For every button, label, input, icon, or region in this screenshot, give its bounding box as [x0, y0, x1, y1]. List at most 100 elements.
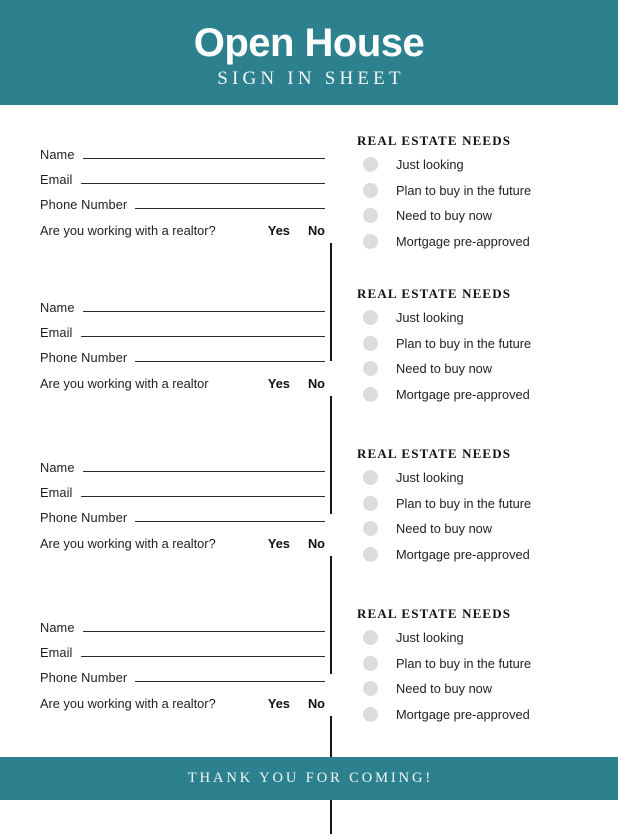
need-option-label: Need to buy now [396, 361, 493, 377]
radio-circle-icon[interactable] [363, 208, 378, 224]
radio-circle-icon[interactable] [363, 546, 378, 562]
radio-circle-icon[interactable] [363, 630, 378, 646]
email-input-line[interactable] [80, 645, 325, 657]
yes-no-choice-group: Yes No [268, 223, 330, 238]
phone-input-line[interactable] [135, 197, 325, 209]
need-option-row[interactable]: Need to buy now [357, 203, 618, 229]
realtor-question-label: Are you working with a realtor [40, 376, 209, 391]
radio-circle-icon[interactable] [363, 470, 378, 486]
email-input-line[interactable] [80, 485, 325, 497]
page-header: Open House SIGN IN SHEET [0, 0, 618, 105]
radio-circle-icon[interactable] [363, 495, 378, 511]
phone-input-line[interactable] [135, 510, 325, 522]
need-option-row[interactable]: Just looking [357, 305, 618, 331]
need-option-row[interactable]: Mortgage pre-approved [357, 542, 618, 568]
contact-form-column: Name Email Phone Number Are you working wit… [0, 125, 330, 253]
need-option-row[interactable]: Mortgage pre-approved [357, 702, 618, 728]
realtor-question-label: Are you working with a realtor? [40, 223, 216, 238]
realtor-question-label: Are you working with a realtor? [40, 536, 216, 551]
name-input-line[interactable] [82, 620, 325, 632]
need-option-row[interactable]: Need to buy now [357, 676, 618, 702]
page-footer: THANK YOU FOR COMING! [0, 757, 618, 800]
email-input-line[interactable] [80, 172, 325, 184]
need-option-row[interactable]: Just looking [357, 465, 618, 491]
need-option-label: Plan to buy in the future [396, 182, 532, 198]
radio-circle-icon[interactable] [363, 521, 378, 537]
need-option-row[interactable]: Need to buy now [357, 356, 618, 382]
email-field-row: Email [40, 172, 330, 197]
realtor-question-row: Are you working with a realtor? Yes No [40, 696, 330, 721]
email-field-label: Email [40, 485, 73, 500]
signin-sheet-body: Name Email Phone Number Are you working wit… [0, 105, 618, 834]
phone-field-label: Phone Number [40, 350, 128, 365]
realtor-question-row: Are you working with a realtor? Yes No [40, 223, 330, 248]
realtor-yes-option[interactable]: Yes [268, 223, 290, 238]
email-field-row: Email [40, 645, 330, 670]
need-option-row[interactable]: Plan to buy in the future [357, 178, 618, 204]
realtor-yes-option[interactable]: Yes [268, 696, 290, 711]
realtor-question-row: Are you working with a realtor Yes No [40, 376, 330, 401]
need-option-row[interactable]: Mortgage pre-approved [357, 382, 618, 408]
footer-text: THANK YOU FOR COMING! [187, 770, 434, 786]
real-estate-needs-title: REAL ESTATE NEEDS [357, 133, 512, 148]
real-estate-needs-column: REAL ESTATE NEEDS Just looking Plan to buy… [332, 438, 618, 566]
email-field-row: Email [40, 485, 330, 510]
phone-field-row: Phone Number [40, 510, 330, 535]
yes-no-choice-group: Yes No [268, 376, 330, 391]
need-option-label: Mortgage pre-approved [396, 546, 530, 562]
realtor-question-row: Are you working with a realtor? Yes No [40, 536, 330, 561]
need-option-label: Need to buy now [396, 681, 493, 697]
need-option-row[interactable]: Plan to buy in the future [357, 651, 618, 677]
real-estate-needs-column: REAL ESTATE NEEDS Just looking Plan to buy… [332, 278, 618, 406]
name-input-line[interactable] [82, 147, 325, 159]
need-option-label: Mortgage pre-approved [396, 386, 530, 402]
need-option-label: Just looking [396, 630, 464, 646]
contact-form-column: Name Email Phone Number Are you working wit… [0, 598, 330, 726]
realtor-no-option[interactable]: No [308, 696, 325, 711]
name-input-line[interactable] [82, 300, 325, 312]
need-option-row[interactable]: Need to buy now [357, 516, 618, 542]
need-option-label: Mortgage pre-approved [396, 233, 530, 249]
radio-circle-icon[interactable] [363, 182, 378, 198]
phone-field-row: Phone Number [40, 197, 330, 222]
realtor-yes-option[interactable]: Yes [268, 536, 290, 551]
realtor-question-label: Are you working with a realtor? [40, 696, 216, 711]
realtor-no-option[interactable]: No [308, 376, 325, 391]
realtor-no-option[interactable]: No [308, 536, 325, 551]
name-input-line[interactable] [82, 460, 325, 472]
need-option-row[interactable]: Just looking [357, 152, 618, 178]
email-field-label: Email [40, 325, 73, 340]
contact-form-column: Name Email Phone Number Are you working wit… [0, 278, 330, 406]
need-option-label: Just looking [396, 470, 464, 486]
need-option-label: Just looking [396, 310, 464, 326]
name-field-label: Name [40, 620, 75, 635]
need-option-row[interactable]: Mortgage pre-approved [357, 229, 618, 255]
radio-circle-icon[interactable] [363, 157, 378, 173]
need-option-row[interactable]: Plan to buy in the future [357, 491, 618, 517]
radio-circle-icon[interactable] [363, 655, 378, 671]
radio-circle-icon[interactable] [363, 706, 378, 722]
signin-block: Name Email Phone Number Are you working wit… [0, 278, 618, 514]
radio-circle-icon[interactable] [363, 386, 378, 402]
email-input-line[interactable] [80, 325, 325, 337]
phone-input-line[interactable] [135, 350, 325, 362]
email-field-row: Email [40, 325, 330, 350]
radio-circle-icon[interactable] [363, 361, 378, 377]
realtor-no-option[interactable]: No [308, 223, 325, 238]
signin-block: Name Email Phone Number Are you working wit… [0, 125, 618, 361]
name-field-row: Name [40, 620, 330, 645]
page-subtitle: SIGN IN SHEET [217, 67, 405, 89]
need-option-label: Plan to buy in the future [396, 335, 532, 351]
email-field-label: Email [40, 645, 73, 660]
radio-circle-icon[interactable] [363, 681, 378, 697]
need-option-row[interactable]: Plan to buy in the future [357, 331, 618, 357]
yes-no-choice-group: Yes No [268, 696, 330, 711]
name-field-label: Name [40, 460, 75, 475]
radio-circle-icon[interactable] [363, 335, 378, 351]
need-option-row[interactable]: Just looking [357, 625, 618, 651]
phone-input-line[interactable] [135, 670, 325, 682]
radio-circle-icon[interactable] [363, 233, 378, 249]
radio-circle-icon[interactable] [363, 310, 378, 326]
need-option-label: Plan to buy in the future [396, 495, 532, 511]
realtor-yes-option[interactable]: Yes [268, 376, 290, 391]
